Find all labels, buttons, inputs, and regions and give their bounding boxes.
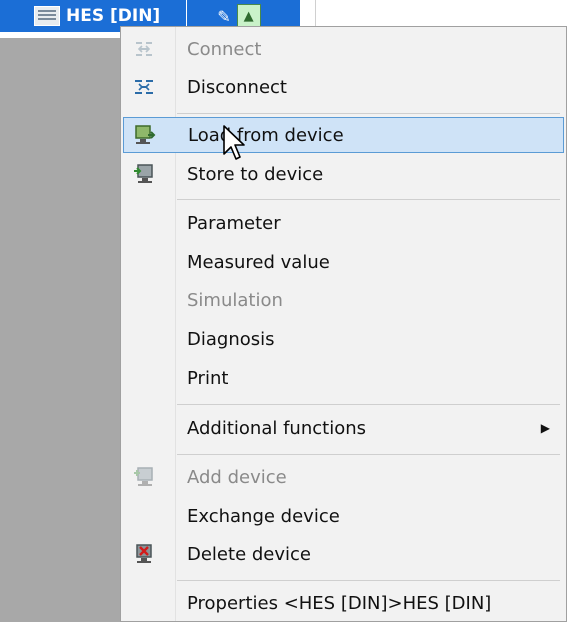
tree-node-label: HES [DIN] bbox=[66, 6, 161, 26]
online-status-icon[interactable]: ▲ bbox=[236, 4, 261, 28]
tree-pane bbox=[0, 0, 120, 622]
device-node-icon bbox=[34, 6, 60, 26]
menu-separator bbox=[177, 199, 560, 200]
menu-item-exchange-device[interactable]: Exchange device bbox=[123, 498, 564, 534]
menu-item-simulation[interactable]: Simulation bbox=[123, 282, 564, 318]
store-to-device-icon bbox=[131, 161, 157, 187]
menu-item-disconnect[interactable]: Disconnect bbox=[123, 69, 564, 105]
menu-separator bbox=[177, 404, 560, 405]
menu-item-label: Measured value bbox=[187, 251, 330, 273]
menu-separator bbox=[177, 113, 560, 114]
menu-separator bbox=[177, 454, 560, 455]
menu-item-label: Disconnect bbox=[187, 76, 287, 98]
menu-item-label: Properties <HES [DIN]>HES [DIN] bbox=[187, 592, 492, 614]
menu-item-print[interactable]: Print bbox=[123, 360, 564, 396]
submenu-arrow-icon: ▶ bbox=[540, 421, 550, 435]
menu-item-label: Diagnosis bbox=[187, 328, 275, 350]
menu-item-label: Parameter bbox=[187, 212, 281, 234]
menu-item-store-to-device[interactable]: Store to device bbox=[123, 156, 564, 192]
menu-item-connect[interactable]: Connect bbox=[123, 31, 564, 67]
menu-item-delete-device[interactable]: Delete device bbox=[123, 536, 564, 572]
edit-pencil-icon[interactable]: ✎ bbox=[217, 7, 230, 26]
menu-item-load-from-device[interactable]: Load from device bbox=[123, 117, 564, 153]
menu-item-label: Exchange device bbox=[187, 505, 340, 527]
delete-device-icon bbox=[131, 541, 157, 567]
menu-item-properties[interactable]: Properties <HES [DIN]>HES [DIN] bbox=[123, 585, 564, 621]
menu-item-label: Additional functions bbox=[187, 417, 366, 439]
menu-item-parameter[interactable]: Parameter bbox=[123, 205, 564, 241]
add-device-icon bbox=[131, 464, 157, 490]
context-menu: Connect Disconnect Load from device Stor… bbox=[120, 26, 567, 622]
menu-item-label: Simulation bbox=[187, 289, 283, 311]
menu-item-diagnosis[interactable]: Diagnosis bbox=[123, 321, 564, 357]
disconnect-icon bbox=[131, 74, 157, 100]
menu-item-label: Print bbox=[187, 367, 229, 389]
menu-item-label: Add device bbox=[187, 466, 287, 488]
menu-separator bbox=[177, 580, 560, 581]
mouse-pointer-icon bbox=[223, 125, 245, 160]
menu-item-additional-functions[interactable]: Additional functions ▶ bbox=[123, 410, 564, 446]
load-from-device-icon bbox=[132, 122, 158, 148]
connect-icon bbox=[131, 36, 157, 62]
menu-item-label: Delete device bbox=[187, 543, 311, 565]
menu-item-add-device[interactable]: Add device bbox=[123, 459, 564, 495]
menu-item-label: Connect bbox=[187, 38, 262, 60]
menu-item-label: Load from device bbox=[188, 124, 344, 146]
menu-item-measured-value[interactable]: Measured value bbox=[123, 244, 564, 280]
menu-item-label: Store to device bbox=[187, 163, 324, 185]
